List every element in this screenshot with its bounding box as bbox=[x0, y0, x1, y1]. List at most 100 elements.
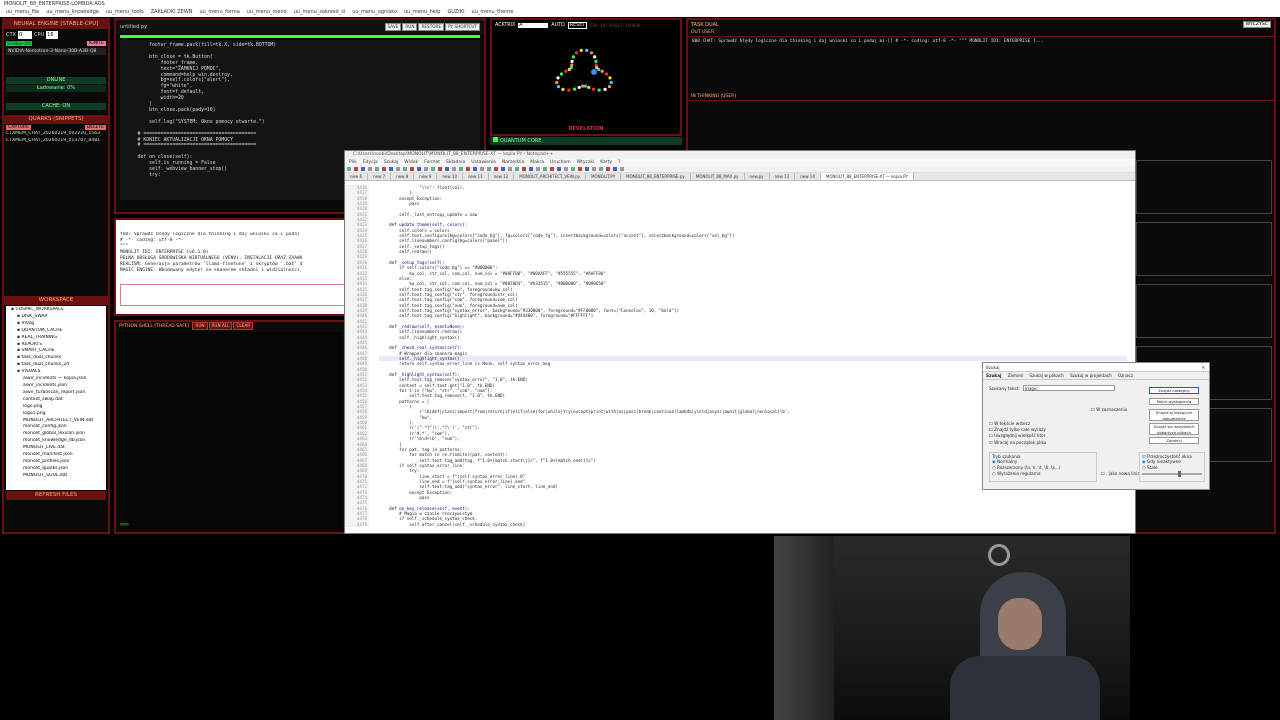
menu-item[interactable]: uu_menu_zakresd_si bbox=[294, 9, 346, 15]
toolbar-icon[interactable] bbox=[437, 167, 442, 171]
dialog-button[interactable]: Znajdź następny bbox=[1149, 387, 1199, 394]
toolbar-icon[interactable] bbox=[493, 167, 498, 171]
dialog-tab[interactable]: Szukaj w plikach bbox=[1029, 373, 1064, 378]
dialog-tab[interactable]: Oznacz bbox=[1118, 373, 1133, 378]
notepad-menu-item[interactable]: Narzędzia bbox=[502, 160, 524, 165]
capture-button[interactable]: CAPTURE bbox=[6, 125, 31, 130]
tree-file[interactable]: monolit_config.json bbox=[9, 424, 103, 431]
toolbar-icon[interactable] bbox=[584, 167, 589, 171]
toolbar-icon[interactable] bbox=[563, 167, 568, 171]
auto-checkbox[interactable]: AUTO bbox=[551, 23, 565, 28]
notepad-menu-item[interactable]: Edycja bbox=[363, 160, 378, 165]
toolbar-icon[interactable] bbox=[416, 167, 421, 171]
shell-button[interactable]: CLEAR bbox=[233, 322, 254, 330]
tree-folder[interactable]: ▪ DISK_SWAP bbox=[9, 314, 103, 321]
menu-item[interactable]: uu_menu_help bbox=[404, 9, 440, 15]
toolbar-icon[interactable] bbox=[612, 167, 617, 171]
editor-button[interactable]: SAVE bbox=[384, 23, 402, 31]
snippet-item[interactable]: CTXMEM_CHAT_20260219_002220_1563 bbox=[6, 131, 106, 138]
tree-file[interactable]: monolit_knowledge_db.json bbox=[9, 438, 103, 445]
notepad-menu-item[interactable]: Format bbox=[424, 160, 440, 165]
editor-tab[interactable]: untitled.py bbox=[120, 24, 147, 30]
tree-folder[interactable]: ▪ QUANTUM_CACHE bbox=[9, 328, 103, 335]
tree-file[interactable]: MONOLIT_ARCHITECT_VEIN.dat bbox=[9, 418, 103, 425]
menu-item[interactable]: uu_menu_tools bbox=[106, 9, 144, 15]
notepad-tab[interactable]: new 8 bbox=[391, 173, 415, 180]
notepad-menu-item[interactable]: Karty bbox=[600, 160, 612, 165]
dialog-button[interactable]: Znajdź we wszystkich otwartych plikach bbox=[1149, 423, 1199, 435]
toolbar-icon[interactable] bbox=[549, 167, 554, 171]
dialog-tab[interactable]: Szukaj bbox=[986, 373, 1001, 378]
notepad-tab[interactable]: new 6 bbox=[345, 173, 369, 180]
toolbar-icon[interactable] bbox=[472, 167, 477, 171]
tree-file[interactable]: MONOLIT_SOUL.dat bbox=[9, 473, 103, 480]
tree-folder[interactable]: ▪ m0zg bbox=[9, 321, 103, 328]
toolbar-icon[interactable] bbox=[507, 167, 512, 171]
toolbar-icon[interactable] bbox=[605, 167, 610, 171]
out-user-text[interactable]: 000 CHAT: Sprawdź błędy logiczne dla thi… bbox=[688, 37, 1274, 91]
toolbar-icon[interactable] bbox=[486, 167, 491, 171]
toolbar-icon[interactable] bbox=[444, 167, 449, 171]
dialog-button[interactable]: Znajdź w bieżącym dokumencie bbox=[1149, 409, 1199, 421]
tree-file[interactable]: context_swap.dat bbox=[9, 397, 103, 404]
toolbar-icon[interactable] bbox=[409, 167, 414, 171]
tree-file[interactable]: aiwir_incidents — kopia.json bbox=[9, 376, 103, 383]
thinking-area[interactable] bbox=[688, 101, 1274, 141]
notepad-menu-item[interactable]: Widok bbox=[404, 160, 418, 165]
refresh-files-button[interactable]: REFRESH FILES bbox=[6, 491, 106, 500]
notepad-tab[interactable]: MONOLIT_88_ENTERPRISE.py bbox=[621, 173, 691, 180]
toolbar-icon[interactable] bbox=[514, 167, 519, 171]
toolbar-icon[interactable] bbox=[556, 167, 561, 171]
notepad-tab[interactable]: MONOLIT_88_MAX.py bbox=[691, 173, 745, 180]
toolbar-icon[interactable] bbox=[521, 167, 526, 171]
toolbar-icon[interactable] bbox=[542, 167, 547, 171]
notepad-menu-item[interactable]: Składnia bbox=[446, 160, 465, 165]
toolbar-icon[interactable] bbox=[465, 167, 470, 171]
tree-file[interactable]: monolit_manifest.json bbox=[9, 452, 103, 459]
reset-button[interactable]: RESET bbox=[567, 22, 588, 29]
toolbar-icon[interactable] bbox=[388, 167, 393, 171]
menu-item[interactable]: uu_menu_meno bbox=[247, 9, 287, 15]
tree-file[interactable]: logo.png bbox=[9, 404, 103, 411]
notepad-tab[interactable]: new.py bbox=[745, 173, 770, 180]
editor-button[interactable]: RESTORE bbox=[418, 23, 445, 31]
menu-item[interactable]: uu_menu_theme bbox=[472, 9, 514, 15]
transparency-radio[interactable]: ○ Stale bbox=[1142, 465, 1202, 471]
toolbar-icon[interactable] bbox=[346, 167, 351, 171]
tree-folder[interactable]: ▪ SMART_CACHE bbox=[9, 348, 103, 355]
tree-folder[interactable]: ▪ task_dual_chunks bbox=[9, 355, 103, 362]
toolbar-icon[interactable] bbox=[402, 167, 407, 171]
tree-folder[interactable]: ▪ COSMIC_WORKSPACE bbox=[9, 307, 103, 314]
notepad-menu-item[interactable]: Szukaj bbox=[384, 160, 399, 165]
toolbar-icon[interactable] bbox=[360, 167, 365, 171]
tree-folder[interactable]: ▪ VISUALS bbox=[9, 369, 103, 376]
visualizer-input[interactable]: A bbox=[518, 23, 549, 28]
dotall-checkbox[interactable]: ☐ . jako nowa linia bbox=[1101, 471, 1140, 476]
tree-file[interactable]: aiwir_turboscan_report.json bbox=[9, 390, 103, 397]
toolbar-icon[interactable] bbox=[381, 167, 386, 171]
transparency-slider[interactable] bbox=[1142, 471, 1202, 477]
toolbar-icon[interactable] bbox=[570, 167, 575, 171]
notepad-tab[interactable]: new 11 bbox=[463, 173, 489, 180]
toolbar-icon[interactable] bbox=[395, 167, 400, 171]
ctx-field[interactable]: 0 bbox=[17, 31, 32, 39]
notepad-tab[interactable]: new 12 bbox=[489, 173, 515, 180]
toolbar-icon[interactable] bbox=[619, 167, 624, 171]
notepad-menu-item[interactable]: Uruchom bbox=[550, 160, 570, 165]
find-input[interactable]: magic bbox=[1022, 385, 1115, 391]
tree-file[interactable]: monolit_quarks.json bbox=[9, 466, 103, 473]
shell-output[interactable]: >>> bbox=[118, 332, 342, 530]
menu-item[interactable]: ZAKŁADKI ZEWN bbox=[151, 9, 193, 15]
close-icon[interactable]: ✕ bbox=[1201, 363, 1209, 371]
tree-folder[interactable]: ▪ REAL_TRAINING bbox=[9, 335, 103, 342]
tree-file[interactable]: MONOLIT_LIVE.dat bbox=[9, 445, 103, 452]
toolbar-icon[interactable] bbox=[598, 167, 603, 171]
toolbar-icon[interactable] bbox=[577, 167, 582, 171]
menu-item[interactable]: uu_menu_ognisko bbox=[352, 9, 397, 15]
editor-button[interactable]: PY SHORTCUT bbox=[445, 23, 480, 31]
dialog-button[interactable]: Zamknij bbox=[1149, 437, 1199, 444]
toolbar-icon[interactable] bbox=[374, 167, 379, 171]
shell-button[interactable]: RUN ALL bbox=[208, 322, 233, 330]
notepad-tab[interactable]: new 10 bbox=[437, 173, 464, 180]
dialog-button[interactable]: Policz wystąpienia bbox=[1149, 398, 1199, 405]
